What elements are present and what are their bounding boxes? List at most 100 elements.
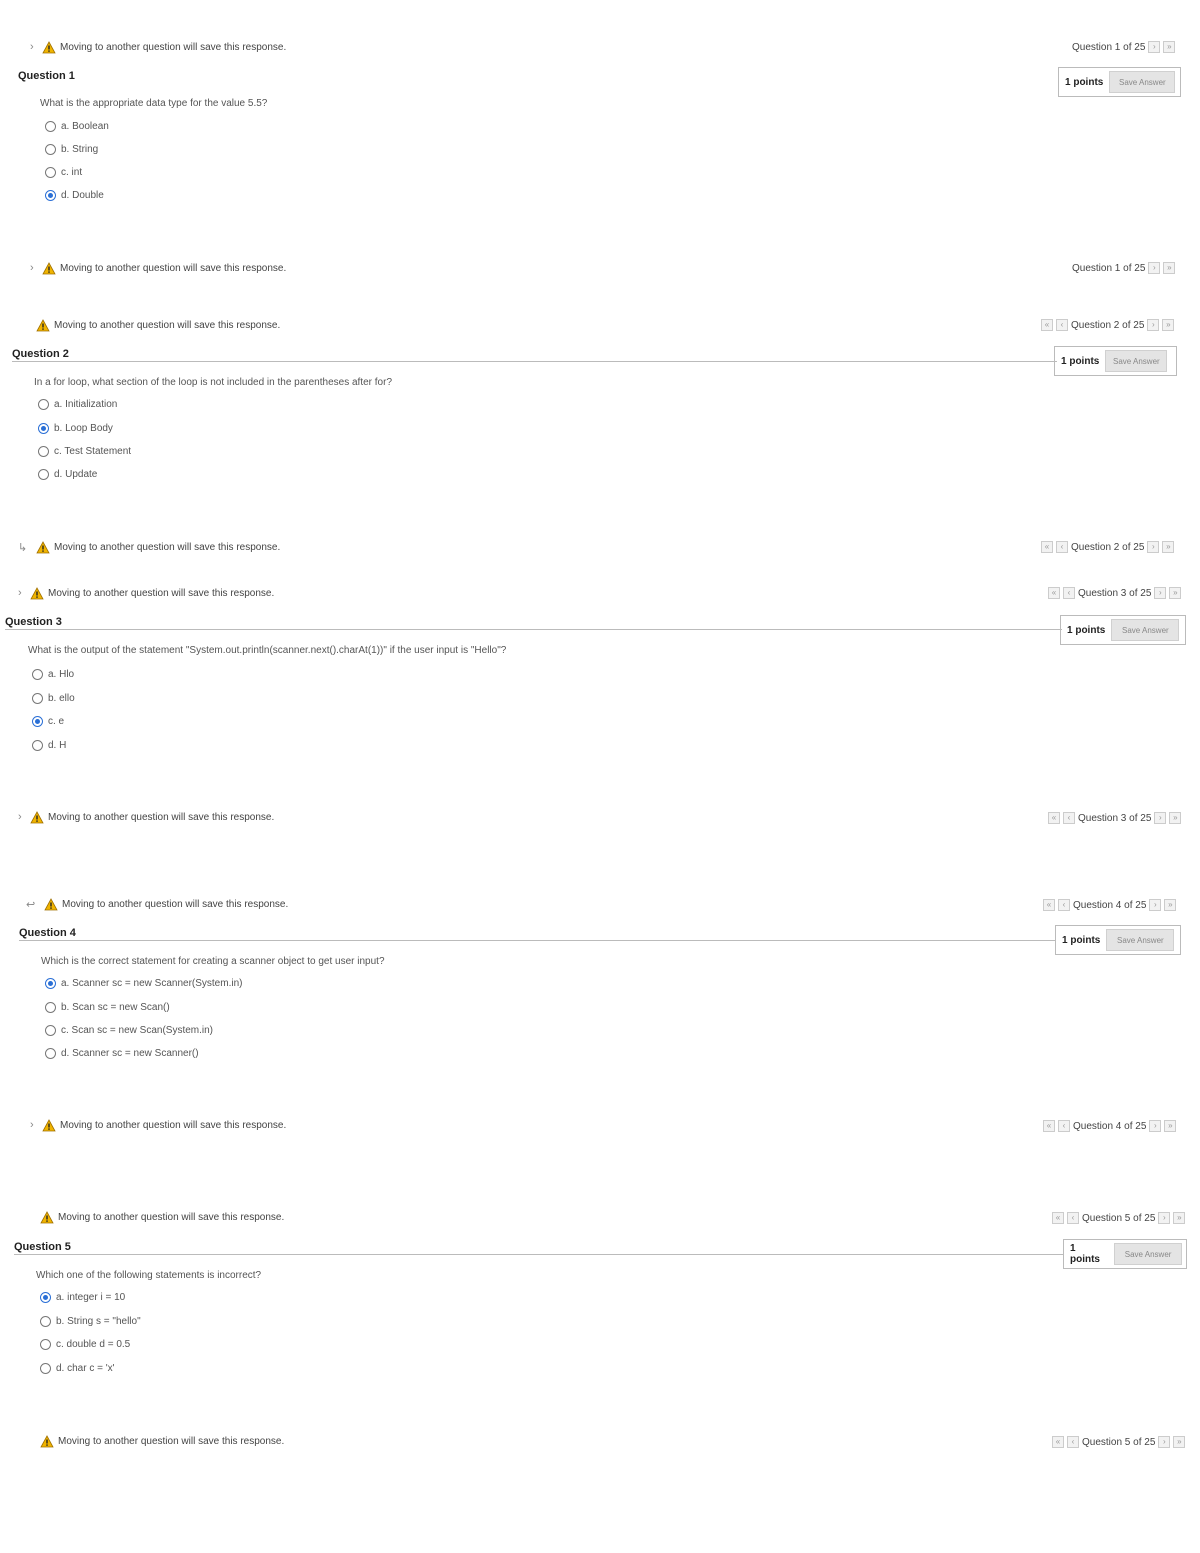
- radio-button[interactable]: [32, 740, 43, 751]
- first-question-button[interactable]: «: [1048, 587, 1060, 599]
- answer-option[interactable]: a. Hlo: [32, 669, 74, 680]
- radio-button[interactable]: [45, 121, 56, 132]
- previous-question-button[interactable]: ‹: [1067, 1436, 1079, 1448]
- warning-icon: [40, 1210, 54, 1223]
- answer-option[interactable]: a. Initialization: [38, 399, 117, 410]
- last-question-button[interactable]: »: [1163, 262, 1176, 274]
- next-question-button[interactable]: ›: [1147, 541, 1160, 553]
- previous-question-button[interactable]: ‹: [1056, 541, 1068, 553]
- last-question-button[interactable]: »: [1162, 319, 1175, 331]
- warning-row: › Moving to another question will save t…: [18, 808, 274, 826]
- next-question-button[interactable]: ›: [1148, 41, 1161, 53]
- last-question-button[interactable]: »: [1164, 1120, 1177, 1132]
- radio-button-selected[interactable]: [45, 190, 56, 201]
- radio-button-selected[interactable]: [40, 1292, 51, 1303]
- answer-option[interactable]: a. Boolean: [45, 121, 109, 132]
- answer-option[interactable]: d. H: [32, 740, 66, 751]
- next-question-button[interactable]: ›: [1149, 899, 1162, 911]
- next-question-button[interactable]: ›: [1148, 262, 1161, 274]
- save-answer-button[interactable]: Save Answer: [1106, 929, 1175, 951]
- answer-option[interactable]: d. char c = 'x': [40, 1363, 115, 1374]
- answer-option[interactable]: b. String: [45, 144, 98, 155]
- radio-button[interactable]: [38, 446, 49, 457]
- answer-option[interactable]: c. int: [45, 167, 82, 178]
- first-question-button[interactable]: «: [1048, 812, 1060, 824]
- warning-text: Moving to another question will save thi…: [58, 1435, 285, 1447]
- save-answer-button[interactable]: Save Answer: [1111, 619, 1180, 641]
- save-answer-button[interactable]: Save Answer: [1114, 1243, 1182, 1265]
- first-question-button[interactable]: «: [1043, 1120, 1055, 1132]
- previous-question-button[interactable]: ‹: [1063, 587, 1075, 599]
- divider: [5, 629, 1062, 630]
- answer-option[interactable]: d. Double: [45, 190, 104, 201]
- answer-option[interactable]: c. Scan sc = new Scan(System.in): [45, 1025, 213, 1036]
- warning-icon: [30, 586, 44, 599]
- question-title: Question 4: [19, 927, 76, 939]
- points-label: 1 points: [1070, 1243, 1100, 1265]
- radio-button[interactable]: [45, 167, 56, 178]
- warning-row: Moving to another question will save thi…: [24, 316, 280, 334]
- last-question-button[interactable]: »: [1169, 812, 1182, 824]
- radio-button[interactable]: [45, 144, 56, 155]
- radio-button[interactable]: [38, 469, 49, 480]
- answer-option[interactable]: a. Scanner sc = new Scanner(System.in): [45, 978, 242, 989]
- radio-button[interactable]: [45, 1048, 56, 1059]
- first-question-button[interactable]: «: [1043, 899, 1055, 911]
- previous-question-button[interactable]: ‹: [1058, 1120, 1070, 1132]
- radio-button[interactable]: [45, 1025, 56, 1036]
- radio-button[interactable]: [38, 399, 49, 410]
- answer-option[interactable]: b. Loop Body: [38, 423, 113, 434]
- warning-text: Moving to another question will save thi…: [60, 262, 287, 274]
- warning-row: Moving to another question will save thi…: [28, 1208, 284, 1226]
- next-question-button[interactable]: ›: [1154, 812, 1167, 824]
- radio-button[interactable]: [40, 1316, 51, 1327]
- radio-button-selected[interactable]: [32, 716, 43, 727]
- radio-button[interactable]: [40, 1363, 51, 1374]
- next-question-button[interactable]: ›: [1147, 319, 1160, 331]
- first-question-button[interactable]: «: [1052, 1212, 1064, 1224]
- next-question-button[interactable]: ›: [1158, 1212, 1171, 1224]
- divider: [19, 940, 1056, 941]
- radio-button-selected[interactable]: [45, 978, 56, 989]
- previous-question-button[interactable]: ‹: [1067, 1212, 1079, 1224]
- answer-option[interactable]: d. Scanner sc = new Scanner(): [45, 1048, 199, 1059]
- next-question-button[interactable]: ›: [1154, 587, 1167, 599]
- last-question-button[interactable]: »: [1163, 41, 1176, 53]
- save-answer-button[interactable]: Save Answer: [1109, 71, 1176, 93]
- answer-option[interactable]: d. Update: [38, 469, 97, 480]
- answer-option[interactable]: b. ello: [32, 693, 75, 704]
- first-question-button[interactable]: «: [1052, 1436, 1064, 1448]
- first-question-button[interactable]: «: [1041, 319, 1053, 331]
- question-text: Which is the correct statement for creat…: [41, 956, 385, 967]
- previous-question-button[interactable]: ‹: [1058, 899, 1070, 911]
- question-position: Question 3 of 25: [1078, 812, 1152, 824]
- last-question-button[interactable]: »: [1162, 541, 1175, 553]
- last-question-button[interactable]: »: [1169, 587, 1182, 599]
- save-answer-button[interactable]: Save Answer: [1105, 350, 1168, 372]
- answer-option[interactable]: b. String s = "hello": [40, 1316, 141, 1327]
- radio-button[interactable]: [32, 669, 43, 680]
- warning-text: Moving to another question will save thi…: [48, 587, 275, 599]
- radio-button[interactable]: [32, 693, 43, 704]
- answer-option[interactable]: a. integer i = 10: [40, 1292, 125, 1303]
- radio-button-selected[interactable]: [38, 423, 49, 434]
- warning-text: Moving to another question will save thi…: [58, 1211, 285, 1223]
- next-question-button[interactable]: ›: [1158, 1436, 1171, 1448]
- radio-button[interactable]: [40, 1339, 51, 1350]
- warning-icon: [36, 540, 50, 553]
- points-label: 1 points: [1067, 624, 1106, 636]
- first-question-button[interactable]: «: [1041, 541, 1053, 553]
- next-question-button[interactable]: ›: [1149, 1120, 1162, 1132]
- last-question-button[interactable]: »: [1173, 1436, 1186, 1448]
- answer-option[interactable]: b. Scan sc = new Scan(): [45, 1002, 170, 1013]
- last-question-button[interactable]: »: [1164, 899, 1177, 911]
- previous-question-button[interactable]: ‹: [1056, 319, 1068, 331]
- question-navigation: « ‹ Question 3 of 25 › »: [1048, 585, 1182, 601]
- last-question-button[interactable]: »: [1173, 1212, 1186, 1224]
- previous-question-button[interactable]: ‹: [1063, 812, 1075, 824]
- answer-option[interactable]: c. double d = 0.5: [40, 1339, 130, 1350]
- points-box: 1 points Save Answer: [1054, 346, 1177, 376]
- radio-button[interactable]: [45, 1002, 56, 1013]
- answer-option[interactable]: c. e: [32, 716, 64, 727]
- answer-option[interactable]: c. Test Statement: [38, 446, 131, 457]
